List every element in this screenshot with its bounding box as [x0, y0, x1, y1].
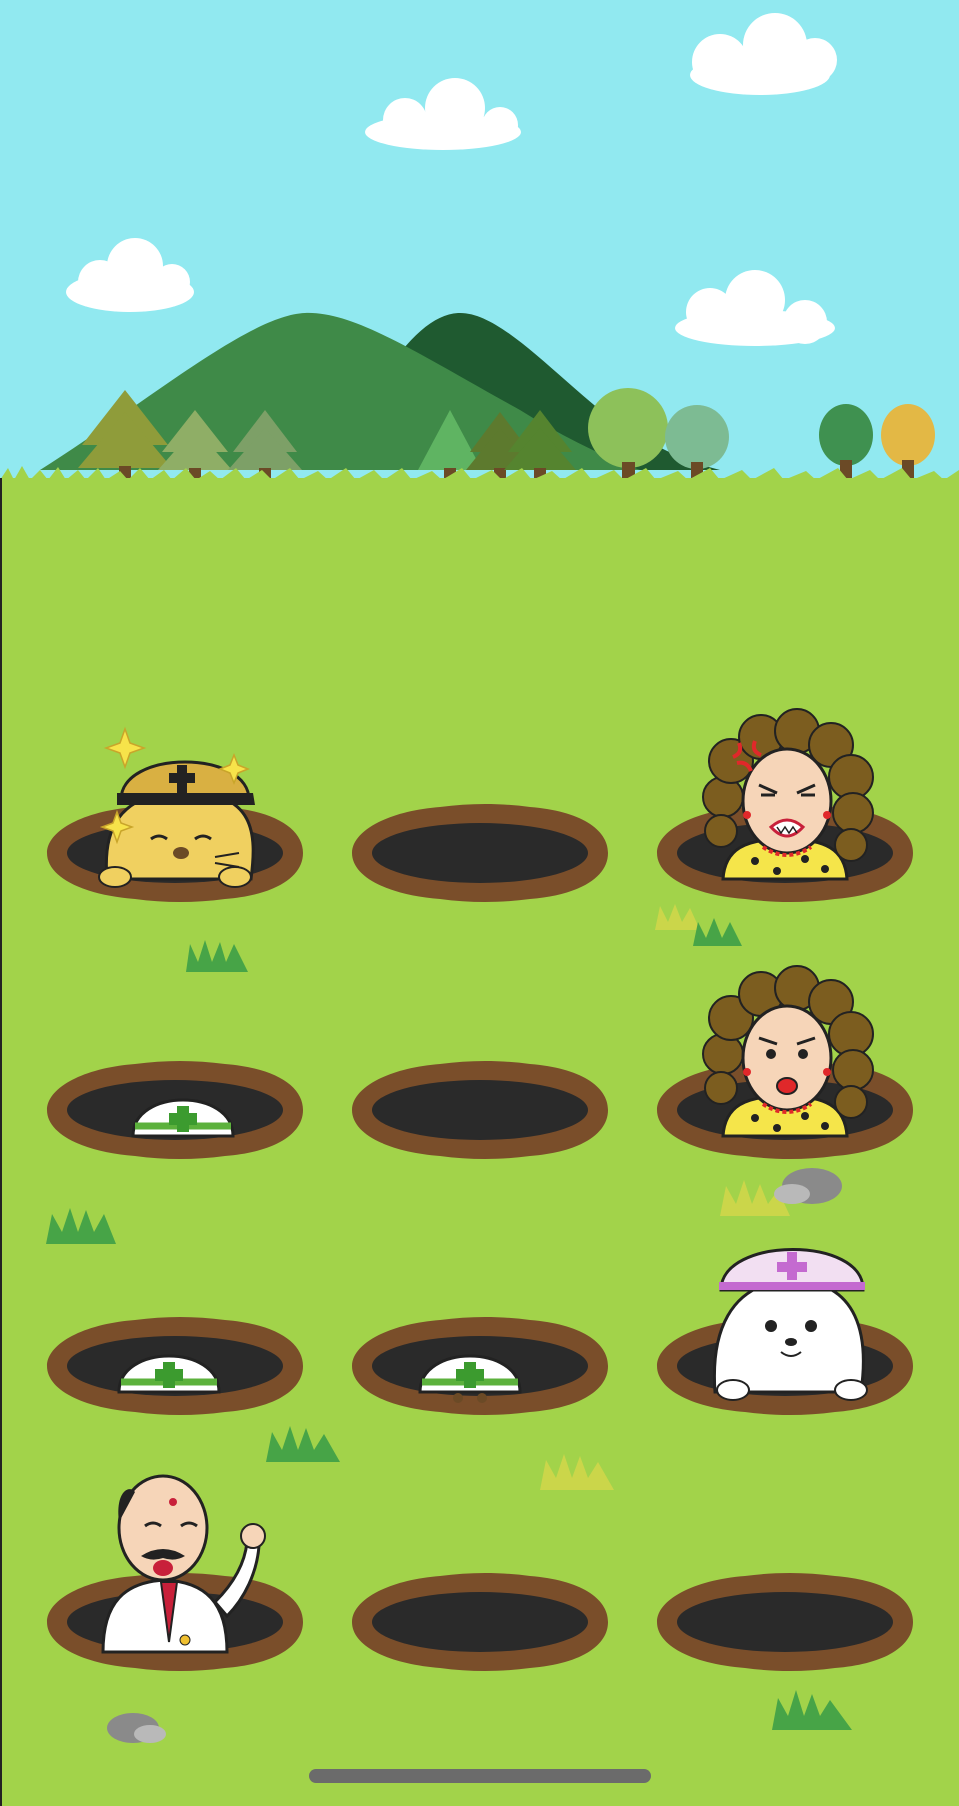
mole-hole[interactable]: [352, 1317, 608, 1415]
mole-hole[interactable]: [352, 804, 608, 902]
mole-hole[interactable]: [352, 1061, 608, 1159]
mole-hole[interactable]: [47, 1061, 303, 1159]
pink-helmet-seal[interactable]: [712, 1248, 868, 1401]
mole-hole[interactable]: [657, 1573, 913, 1671]
game-scene: [0, 0, 959, 1806]
mole-hole[interactable]: [47, 1317, 303, 1415]
home-indicator[interactable]: [309, 1769, 651, 1783]
game-stage: [0, 0, 959, 1806]
mole-hole[interactable]: [352, 1573, 608, 1671]
